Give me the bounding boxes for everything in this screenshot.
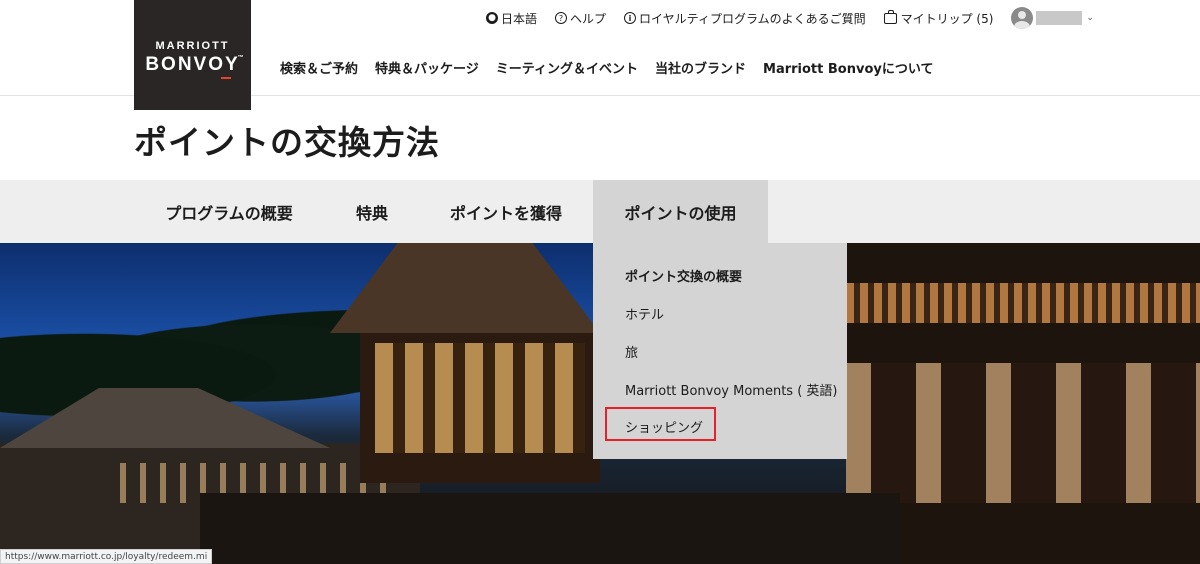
logo-bonvoy-text: BONVOY ™ [145, 54, 244, 79]
browser-status-url: https://www.marriott.co.jp/loyalty/redee… [0, 549, 213, 564]
nav-about-bonvoy[interactable]: Marriott Bonvoyについて [763, 58, 933, 77]
tab-earn-points[interactable]: ポイントを獲得 [432, 180, 580, 243]
site-header: MARRIOTT BONVOY ™ ● 日本語 ? ヘルプ i ロイヤルティプログ… [0, 0, 1200, 110]
nav-meetings-events[interactable]: ミーティング＆イベント [496, 58, 638, 77]
menu-item-redeem-overview[interactable]: ポイント交換の概要 [625, 266, 742, 285]
faq-link[interactable]: i ロイヤルティプログラムのよくあるご質問 [624, 10, 866, 27]
page-title: ポイントの交換方法 [134, 123, 440, 162]
globe-icon: ● [486, 12, 498, 24]
tab-benefits[interactable]: 特典 [340, 180, 404, 243]
menu-item-travel[interactable]: 旅 [625, 342, 638, 361]
nav-offers-packages[interactable]: 特典＆パッケージ [375, 58, 479, 77]
account-menu[interactable]: ⌄ [1011, 7, 1094, 29]
chevron-down-icon: ⌄ [1086, 13, 1094, 23]
language-label: 日本語 [501, 11, 538, 26]
help-label: ヘルプ [570, 11, 607, 26]
help-link[interactable]: ? ヘルプ [555, 10, 606, 27]
my-trips-label: マイトリップ (5) [900, 11, 994, 26]
menu-item-bonvoy-moments[interactable]: Marriott Bonvoy Moments ( 英語) [625, 380, 837, 399]
tab-use-points[interactable]: ポイントの使用 [593, 180, 768, 243]
marriott-bonvoy-logo[interactable]: MARRIOTT BONVOY ™ [134, 0, 251, 110]
use-points-dropdown: ポイント交換の概要 ホテル 旅 Marriott Bonvoy Moments … [593, 243, 847, 459]
nav-our-brands[interactable]: 当社のブランド [655, 58, 746, 77]
redacted-username [1036, 11, 1083, 25]
info-icon: i [624, 12, 637, 24]
tab-program-overview[interactable]: プログラムの概要 [145, 180, 313, 243]
nav-search-booking[interactable]: 検索＆ご予約 [280, 58, 358, 77]
logo-marriott-text: MARRIOTT [155, 40, 230, 52]
my-trips-link[interactable]: マイトリップ (5) [883, 9, 994, 27]
utility-nav: ● 日本語 ? ヘルプ i ロイヤルティプログラムのよくあるご質問 マイトリップ… [486, 7, 1112, 29]
loyalty-subnav: プログラムの概要 特典 ポイントを獲得 ポイントの使用 [0, 180, 1200, 243]
suitcase-icon [883, 9, 897, 24]
main-nav: 検索＆ご予約 特典＆パッケージ ミーティング＆イベント 当社のブランド Marr… [280, 58, 950, 77]
faq-label: ロイヤルティプログラムのよくあるご質問 [639, 11, 866, 26]
question-icon: ? [555, 12, 568, 24]
language-link[interactable]: ● 日本語 [486, 10, 537, 27]
avatar [1011, 7, 1034, 29]
highlight-box [605, 407, 716, 441]
menu-item-hotels[interactable]: ホテル [625, 304, 664, 323]
